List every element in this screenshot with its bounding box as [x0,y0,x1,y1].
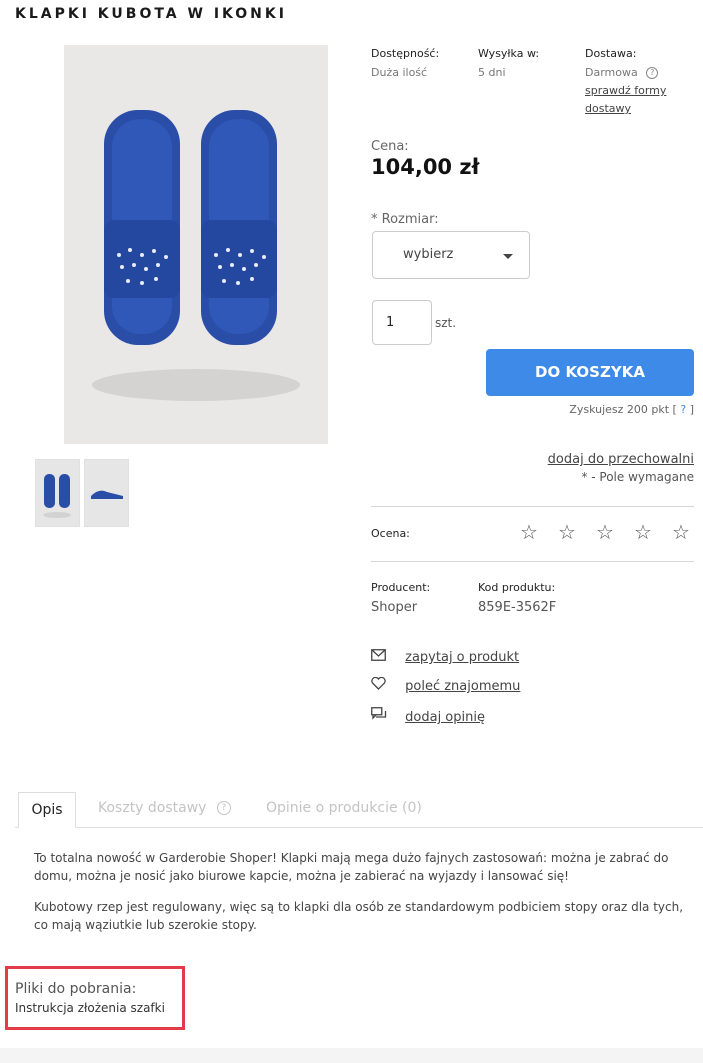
points-info: Zyskujesz 200 pkt [ ? ] [569,403,694,416]
divider [371,506,694,507]
delivery-label: Dostawa: [585,47,637,60]
points-bracket: ] [689,403,694,416]
tab-reviews[interactable]: Opinie o produkcie (0) [266,800,422,816]
help-icon: ? [216,801,231,815]
product-main-image[interactable] [64,45,328,444]
product-title: KLAPKI KUBOTA W IKONKI [15,6,287,22]
add-review[interactable]: dodaj opinię [371,707,485,725]
shipping-label: Wysyłka w: [478,47,540,60]
price-value: 104,00 zł [371,155,480,179]
add-review-link[interactable]: dodaj opinię [405,710,485,725]
tab-shipping-costs[interactable]: Koszty dostawy ? [98,800,231,816]
rating-star-4-icon[interactable]: ☆ [634,520,652,544]
rating-star-5-icon[interactable]: ☆ [672,520,690,544]
points-help-link[interactable]: ? [680,403,686,416]
downloads-section: Pliki do pobrania: Instrukcja złożenia s… [5,966,185,1030]
quantity-input[interactable]: 1 [372,300,432,345]
product-code-label: Kod produktu: [478,581,556,594]
rating-label: Ocena: [371,527,410,540]
availability-value: Duża ilość [371,66,428,79]
producer-value: Shoper [371,600,418,615]
rating-star-1-icon[interactable]: ☆ [520,520,538,544]
product-code-value: 859E-3562F [478,600,557,615]
ask-about-product[interactable]: zapytaj o produkt [371,649,519,665]
add-to-cart-button[interactable]: DO KOSZYKA [486,349,694,396]
size-label: * Rozmiar: [371,212,439,227]
availability-label: Dostępność: [371,47,440,60]
delivery-value-text: Darmowa [585,66,638,79]
thumbnail-side[interactable] [84,459,129,527]
delivery-value: Darmowa ? [585,66,659,79]
thumbnail-front[interactable] [35,459,80,527]
tab-shipping-costs-label: Koszty dostawy [98,800,207,816]
downloads-label: Pliki do pobrania: [15,981,137,997]
tab-description[interactable]: Opis [18,792,76,828]
delivery-methods-link-2[interactable]: dostawy [585,102,631,115]
mail-icon [371,649,387,665]
ask-about-product-link[interactable]: zapytaj o produkt [405,650,519,665]
shipping-value: 5 dni [478,66,506,79]
rating-star-3-icon[interactable]: ☆ [596,520,614,544]
chevron-down-icon [503,254,513,259]
description-paragraph-2: Kubotowy rzep jest regulowany, więc są t… [34,900,684,932]
quantity-unit: szt. [435,316,457,330]
recommend-link[interactable]: poleć znajomemu [405,679,520,694]
download-file-link[interactable]: Instrukcja złożenia szafki [15,1001,165,1015]
size-select-value: wybierz [403,247,454,262]
help-icon[interactable]: ? [646,67,659,79]
footer-strip [0,1048,703,1063]
points-text: Zyskujesz 200 pkt [ [569,403,677,416]
rating-star-2-icon[interactable]: ☆ [558,520,576,544]
recommend-to-friend[interactable]: poleć znajomemu [371,676,520,694]
chat-icon [371,707,387,725]
description-paragraph-1: To totalna nowość w Garderobie Shoper! K… [34,851,669,883]
price-label: Cena: [371,139,409,154]
required-note: * - Pole wymagane [581,470,694,484]
add-to-storage-link[interactable]: dodaj do przechowalni [548,452,694,467]
delivery-methods-link-1[interactable]: sprawdź formy [585,84,666,97]
divider [371,561,694,562]
producer-label: Producent: [371,581,431,594]
heart-icon [371,676,387,694]
size-select[interactable]: wybierz [372,231,530,279]
tabs-underline [15,827,703,828]
